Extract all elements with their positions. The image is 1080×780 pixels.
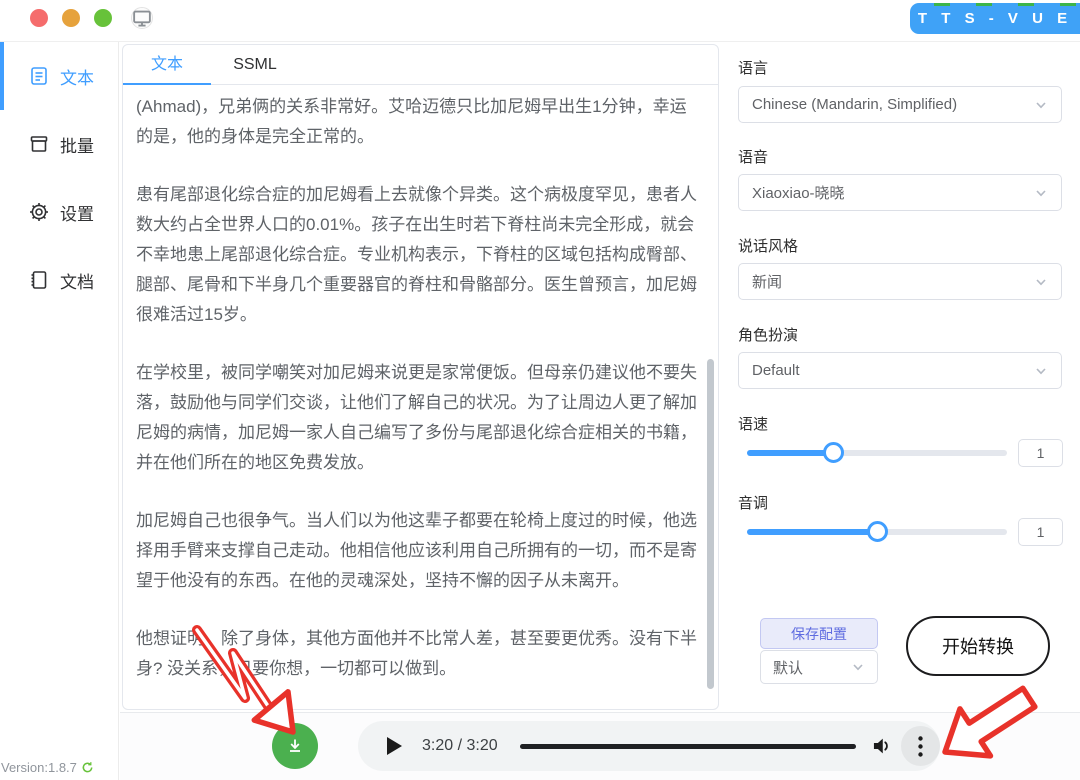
save-config-button[interactable]: 保存配置 [760,618,878,649]
chevron-down-icon [1034,275,1048,289]
speak-style-value: 新闻 [752,271,782,292]
voice-label: 语音 [738,146,768,167]
sidebar-item-text[interactable]: 文本 [0,42,118,110]
sidebar-item-label: 文本 [60,64,94,89]
sidebar-item-label: 设置 [60,200,94,225]
text-paragraph: 患有尾部退化综合症的加尼姆看上去就像个异类。这个病极度罕见，患者人数大约占全世界… [136,180,702,330]
tab-text[interactable]: 文本 [123,45,211,84]
speed-value-input[interactable]: 1 [1018,439,1063,467]
editor-tabbar: 文本 SSML [123,45,718,85]
text-scrollbar[interactable] [707,359,714,689]
sidebar-item-settings[interactable]: 设置 [0,178,118,246]
speed-slider-handle[interactable] [823,442,844,463]
pitch-slider-handle[interactable] [867,521,888,542]
start-convert-button[interactable]: 开始转换 [906,616,1050,676]
chevron-down-icon [1034,98,1048,112]
sidebar-item-label: 批量 [60,132,94,157]
voice-value: Xiaoxiao-晓晓 [752,182,845,203]
editor-panel: 文本 SSML (Ahmad)，兄弟俩的关系非常好。艾哈迈德只比加尼姆早出生1分… [122,44,719,710]
pitch-slider-fill [747,529,877,535]
progress-fill [520,744,857,749]
role-play-label: 角色扮演 [738,324,798,345]
title-bar: T T S - V U E [0,0,1080,42]
app-logo: T T S - V U E [910,3,1080,34]
player-menu-button[interactable] [901,726,940,766]
preset-select[interactable]: 默认 [760,650,878,684]
language-select[interactable]: Chinese (Mandarin, Simplified) [738,86,1062,123]
role-play-value: Default [752,362,800,379]
text-paragraph: 加尼姆自己也很争气。当人们以为他这辈子都要在轮椅上度过的时候，他选择用手臂来支撑… [136,506,702,596]
settings-panel: 语言 Chinese (Mandarin, Simplified) 语音 Xia… [730,42,1070,710]
chevron-down-icon [1034,364,1048,378]
monitor-pin-icon [132,8,152,28]
app-window: T T S - V U E 文本 批量 设置 [0,0,1080,780]
download-audio-button[interactable] [272,723,318,769]
chevron-down-icon [1034,186,1048,200]
sidebar-item-batch[interactable]: 批量 [0,110,118,178]
pin-to-desktop-button[interactable] [131,7,153,29]
text-paragraph: 他想证明，除了身体，其他方面他并不比常人差，甚至要更优秀。没有下半身? 没关系，… [136,624,702,684]
tab-ssml[interactable]: SSML [211,45,299,84]
pitch-slider[interactable] [747,529,1007,535]
version-info: Version:1.8.7 [1,760,94,775]
speed-slider[interactable] [747,450,1007,456]
sidebar-item-docs[interactable]: 文档 [0,246,118,314]
download-icon [285,736,305,756]
voice-select[interactable]: Xiaoxiao-晓晓 [738,174,1062,211]
chevron-down-icon [851,660,865,674]
refresh-icon[interactable] [81,761,94,774]
kebab-menu-icon [918,736,923,757]
volume-icon[interactable] [871,735,893,757]
pitch-label: 音调 [738,492,768,513]
batch-box-icon [29,134,49,154]
sidebar-item-label: 文档 [60,268,94,293]
progress-bar[interactable] [520,744,857,749]
notebook-icon [29,270,49,290]
preset-value: 默认 [773,657,803,678]
time-display: 3:20 / 3:20 [422,737,498,755]
speak-style-label: 说话风格 [738,235,798,256]
version-label: Version:1.8.7 [1,760,77,775]
role-play-select[interactable]: Default [738,352,1062,389]
text-paragraph: (Ahmad)，兄弟俩的关系非常好。艾哈迈德只比加尼姆早出生1分钟，幸运的是，他… [136,92,702,152]
speed-label: 语速 [738,413,768,434]
minimize-button[interactable] [62,9,80,27]
language-label: 语言 [738,57,768,78]
audio-player: 3:20 / 3:20 [358,721,940,771]
language-value: Chinese (Mandarin, Simplified) [752,96,957,113]
close-button[interactable] [30,9,48,27]
document-icon [29,66,49,86]
maximize-button[interactable] [94,9,112,27]
player-bar: 3:20 / 3:20 [120,712,1080,780]
speak-style-select[interactable]: 新闻 [738,263,1062,300]
pitch-value-input[interactable]: 1 [1018,518,1063,546]
text-input-area[interactable]: (Ahmad)，兄弟俩的关系非常好。艾哈迈德只比加尼姆早出生1分钟，幸运的是，他… [123,85,718,710]
speed-slider-fill [747,450,833,456]
play-icon[interactable] [387,737,402,755]
text-paragraph: 在学校里，被同学嘲笑对加尼姆来说更是家常便饭。但母亲仍建议他不要失落，鼓励他与同… [136,358,702,478]
gear-icon [29,202,49,222]
sidebar-nav: 文本 批量 设置 文档 Version:1 [0,42,119,780]
